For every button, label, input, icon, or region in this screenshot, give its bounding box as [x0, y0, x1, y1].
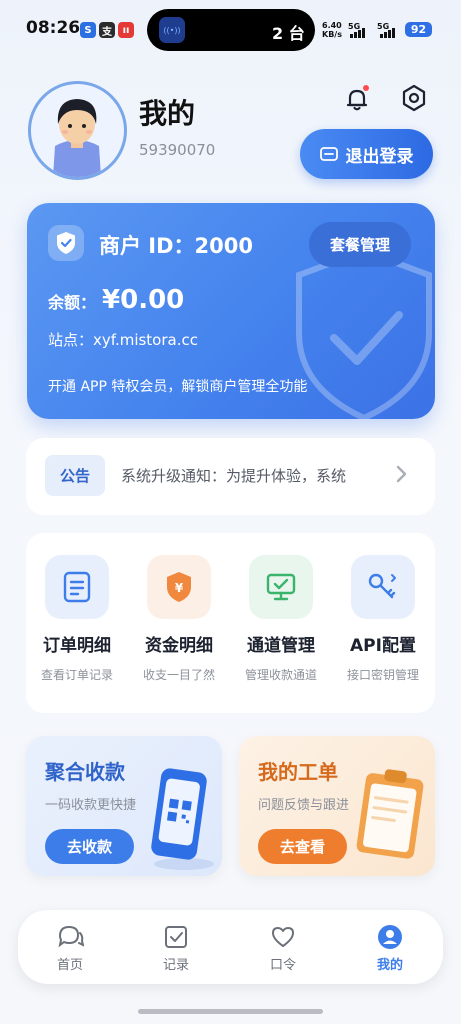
menu-item-funds[interactable]: ¥ 资金明细 收支一目了然: [128, 555, 230, 683]
app-icon-s: S: [80, 22, 96, 38]
site-url: 站点：xyf.mistora.cc: [48, 331, 198, 349]
collect-title: 聚合收款: [45, 760, 125, 784]
menu-item-orders[interactable]: 订单明细 查看订单记录: [26, 555, 128, 683]
home-indicator[interactable]: [138, 1009, 323, 1014]
tab-label: 记录: [162, 958, 189, 973]
tab-label: 我的: [376, 958, 403, 973]
notice-bar[interactable]: 公告 系统升级通知：为提升体验，系统: [26, 438, 435, 515]
package-manage-button[interactable]: 套餐管理: [309, 222, 411, 267]
qr-phone-icon: [151, 768, 214, 870]
chevron-right-icon[interactable]: [395, 462, 409, 491]
logout-label: 退出登录: [345, 146, 414, 167]
clipboard-icon: [356, 769, 424, 859]
collect-subtitle: 一码收款更快捷: [45, 798, 137, 813]
tab-records[interactable]: 记录: [136, 924, 216, 973]
menu-item-api[interactable]: API配置 接口密钥管理: [332, 555, 434, 683]
fund-shield-icon: ¥: [147, 555, 211, 619]
menu-subtitle: 查看订单记录: [40, 668, 113, 682]
island-label: 2 台: [272, 24, 305, 43]
menu-grid: 订单明细 查看订单记录 ¥ 资金明细 收支一目了然 通道管理 管理收款通道 AP…: [26, 533, 435, 713]
bottom-tab-bar: 首页 记录 口令 我的: [18, 910, 443, 984]
app-icon-zhi: 支: [99, 22, 115, 38]
user-id: 59390070: [139, 141, 216, 159]
nfc-icon: ((•)): [159, 17, 185, 43]
menu-item-channels[interactable]: 通道管理 管理收款通道: [230, 555, 332, 683]
status-time: 08:26: [26, 18, 81, 38]
balance-value: ¥0.00: [102, 285, 185, 315]
tab-label: 口令: [269, 958, 296, 973]
merchant-card: 商户 ID：2000 套餐管理 余额： ¥0.00 站点：xyf.mistora…: [27, 203, 435, 419]
signal-bars-1-icon: [350, 28, 365, 38]
tab-mine[interactable]: 我的: [350, 924, 430, 973]
menu-title: 通道管理: [247, 636, 315, 656]
channel-monitor-icon: [249, 555, 313, 619]
collect-payment-card[interactable]: 聚合收款 一码收款更快捷 去收款: [26, 736, 222, 876]
user-icon: [378, 925, 402, 949]
my-ticket-card[interactable]: 我的工单 问题反馈与跟进 去查看: [239, 736, 435, 876]
bell-icon[interactable]: [342, 84, 372, 114]
app-icon-red: ıı: [118, 22, 134, 38]
signal-bars-2-icon: [380, 28, 395, 38]
shield-watermark-icon: [296, 247, 432, 419]
ticket-subtitle: 问题反馈与跟进: [258, 798, 350, 813]
balance: 余额： ¥0.00: [48, 285, 184, 315]
page-title: 我的: [139, 97, 196, 130]
menu-title: 资金明细: [145, 636, 213, 656]
tab-home[interactable]: 首页: [30, 924, 110, 973]
menu-title: 订单明细: [43, 636, 111, 656]
net-speed: 6.40 KB/s: [322, 21, 342, 39]
vip-promo-text[interactable]: 开通 APP 特权会员，解锁商户管理全功能: [48, 376, 307, 396]
tab-label: 首页: [56, 958, 83, 973]
verified-badge-icon: [48, 225, 84, 261]
order-list-icon: [45, 555, 109, 619]
notice-tag: 公告: [45, 455, 105, 496]
settings-icon[interactable]: [398, 82, 430, 114]
checkbox-icon: [165, 926, 187, 948]
menu-subtitle: 接口密钥管理: [346, 668, 419, 682]
merchant-id: 商户 ID：2000: [99, 234, 254, 258]
ticket-title: 我的工单: [258, 760, 338, 784]
svg-text:¥: ¥: [175, 581, 184, 595]
menu-title: API配置: [350, 636, 416, 656]
heart-icon: [272, 927, 294, 947]
collect-button[interactable]: 去收款: [45, 829, 134, 864]
menu-subtitle: 收支一目了然: [142, 668, 215, 682]
card-icon: [319, 147, 338, 161]
battery-indicator: 92: [405, 22, 432, 37]
api-key-icon: [351, 555, 415, 619]
ticket-button[interactable]: 去查看: [258, 829, 347, 864]
tab-password[interactable]: 口令: [243, 924, 323, 973]
balance-label: 余额：: [48, 293, 97, 312]
menu-subtitle: 管理收款通道: [244, 668, 317, 682]
avatar[interactable]: [28, 81, 127, 180]
chat-bubble-icon: [58, 925, 84, 948]
notice-text: 系统升级通知：为提升体验，系统: [121, 467, 347, 485]
logout-button[interactable]: 退出登录: [300, 129, 433, 179]
